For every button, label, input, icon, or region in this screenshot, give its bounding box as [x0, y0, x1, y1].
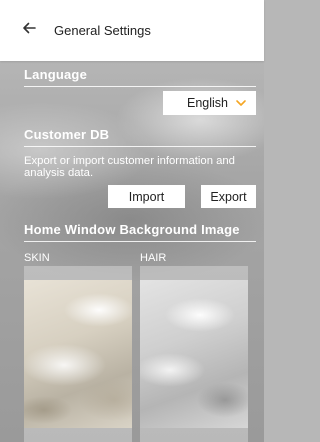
language-select-value: English	[187, 96, 228, 110]
language-section-title: Language	[24, 67, 256, 87]
back-button[interactable]	[14, 16, 44, 46]
customer-db-section-title: Customer DB	[24, 127, 256, 147]
chevron-down-icon	[234, 96, 248, 110]
hair-background-thumbnail[interactable]	[140, 266, 248, 442]
page-title: General Settings	[54, 23, 151, 38]
hair-image	[140, 280, 248, 428]
app-header: General Settings	[0, 0, 264, 61]
skin-label: SKIN	[24, 252, 50, 264]
background-image-section-title: Home Window Background Image	[24, 222, 256, 242]
hair-label: HAIR	[140, 252, 167, 264]
customer-db-description: Export or import customer information an…	[24, 155, 235, 179]
import-button[interactable]: Import	[108, 185, 185, 208]
export-button[interactable]: Export	[201, 185, 256, 208]
skin-background-thumbnail[interactable]	[24, 266, 132, 442]
arrow-left-icon	[21, 20, 37, 41]
language-select[interactable]: English	[163, 91, 256, 115]
skin-image	[24, 280, 132, 428]
